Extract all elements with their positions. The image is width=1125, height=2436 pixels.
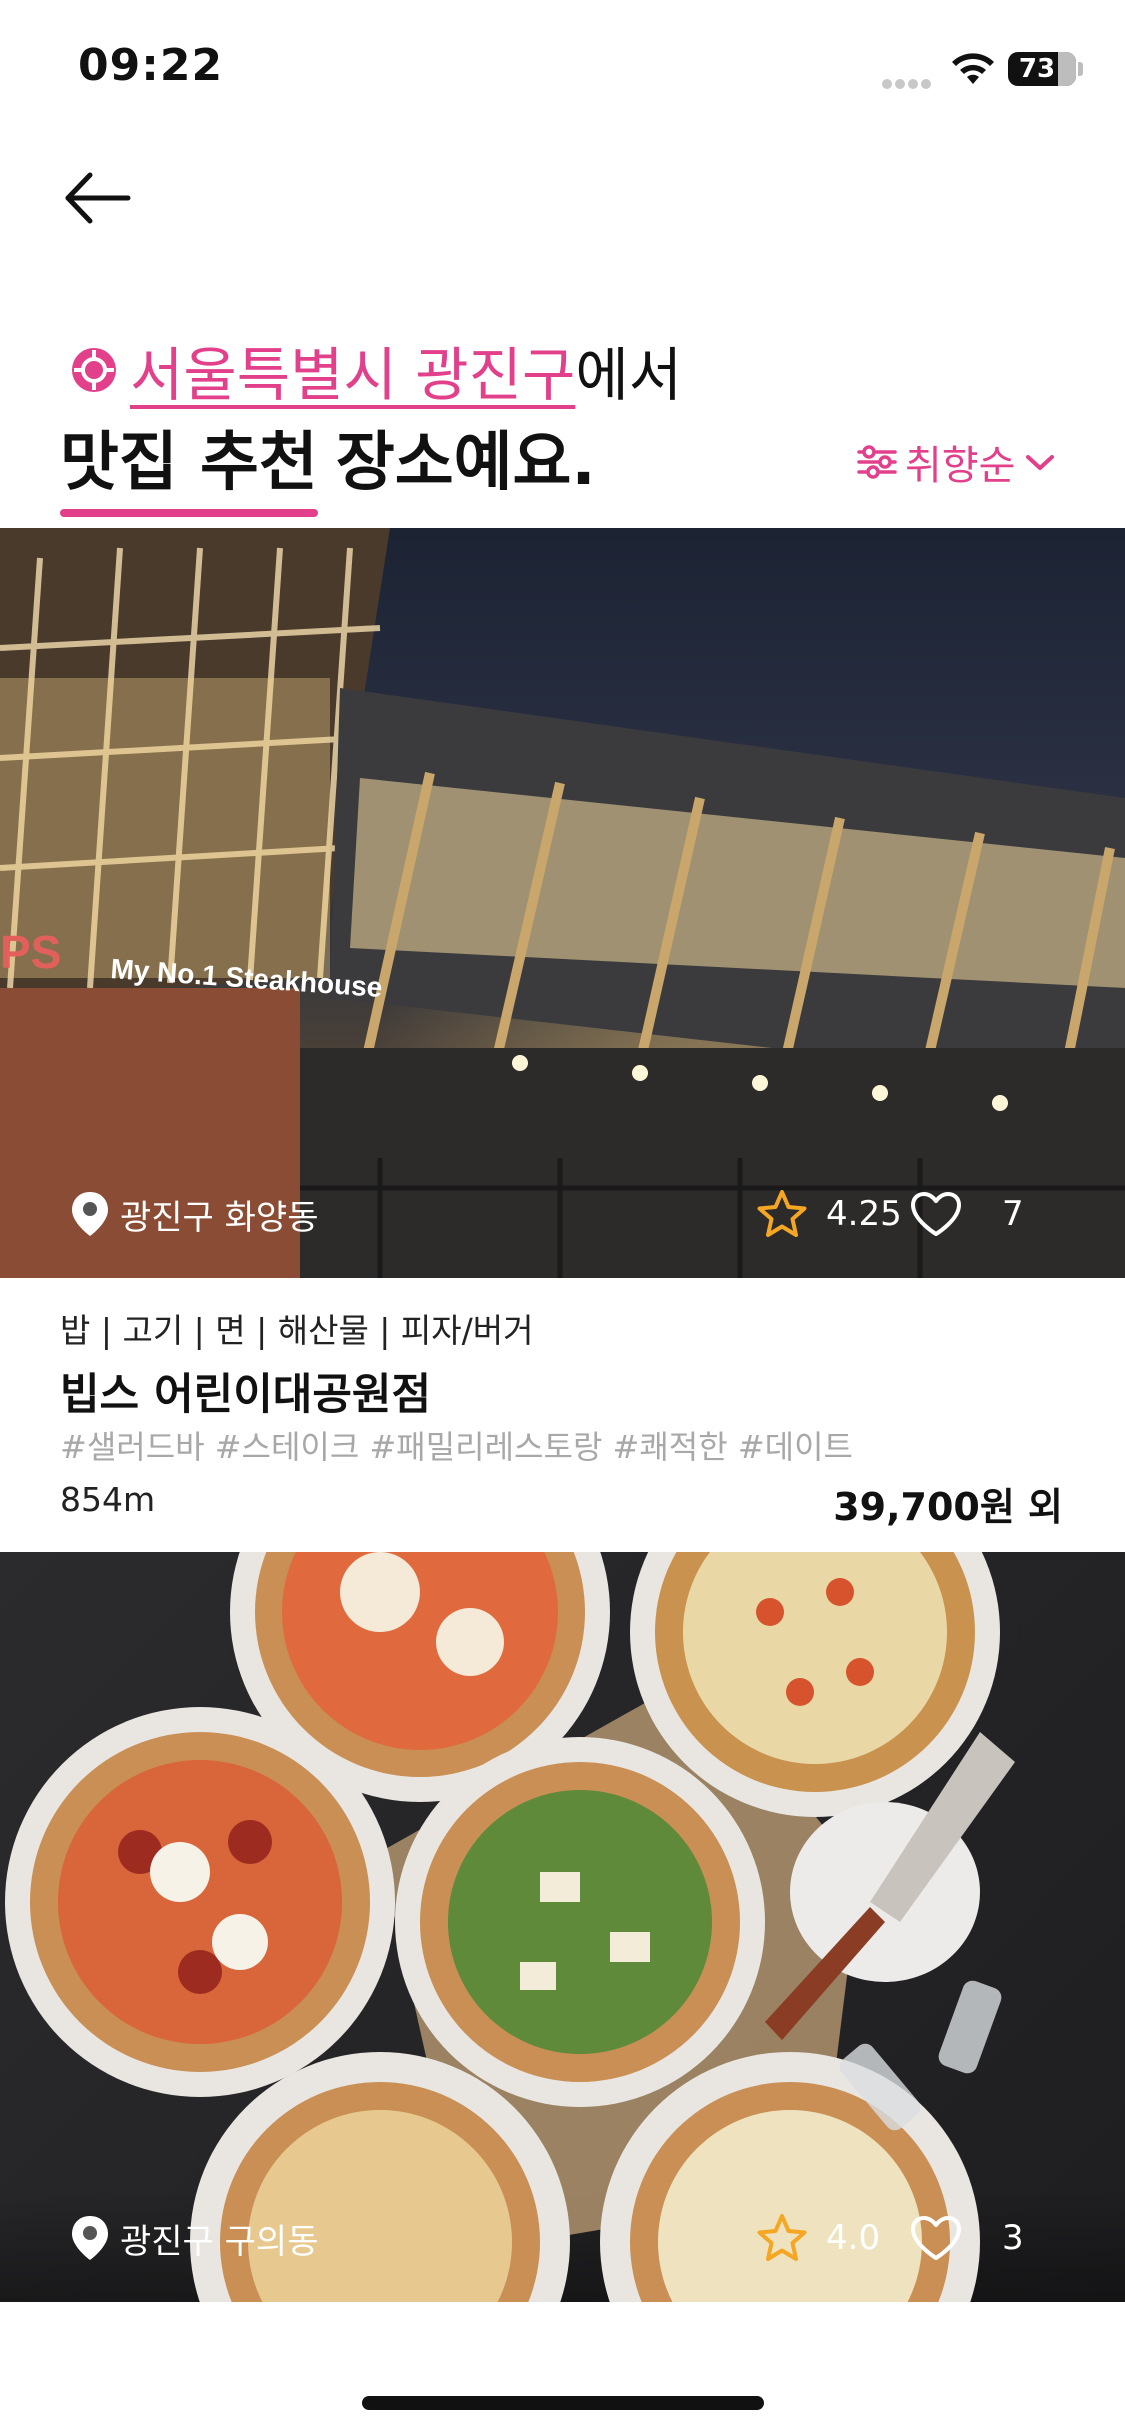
home-indicator bbox=[362, 2396, 764, 2410]
like-count: 7 bbox=[1002, 1194, 1024, 1234]
sort-label: 취향순 bbox=[905, 443, 1016, 489]
location-text: 광진구 화양동 bbox=[120, 1197, 319, 1238]
crosshair-location-icon[interactable] bbox=[68, 344, 120, 396]
status-bar: 09:22 73 bbox=[0, 0, 1125, 140]
restaurant-distance: 854m bbox=[60, 1480, 156, 1519]
rating: 4.0 bbox=[756, 2208, 880, 2268]
chevron-down-icon bbox=[1026, 455, 1055, 470]
map-pin-icon bbox=[72, 1192, 108, 1236]
battery-percent: 73 bbox=[1018, 54, 1056, 84]
rating-value: 4.0 bbox=[826, 2218, 881, 2258]
location-link[interactable]: 서울특별시 광진구 bbox=[130, 328, 575, 412]
heart-icon bbox=[911, 2216, 961, 2260]
steakhouse-building-illustration: My No.1 Steakhouse PS bbox=[0, 528, 1125, 1278]
sliders-icon bbox=[857, 445, 897, 479]
svg-text:PS: PS bbox=[0, 926, 61, 978]
restaurant-location: 광진구 화양동 bbox=[70, 1184, 319, 1244]
status-time: 09:22 bbox=[78, 40, 224, 91]
wifi-icon bbox=[952, 53, 994, 84]
like-count: 3 bbox=[1002, 2218, 1024, 2258]
location-text: 광진구 구의동 bbox=[120, 2221, 319, 2262]
photo-overlay-row: 광진구 구의동 4.0 3 bbox=[0, 2208, 1125, 2268]
pizza-table-illustration bbox=[5, 1552, 1015, 2302]
battery-icon: 73 bbox=[1008, 52, 1076, 86]
heart-icon bbox=[911, 1192, 961, 1236]
back-button[interactable] bbox=[60, 165, 140, 231]
title-rest: 장소예요. bbox=[335, 426, 596, 500]
page-title: 맛집 추천 장소예요. bbox=[60, 411, 596, 517]
photo-overlay-row: 광진구 화양동 4.25 7 bbox=[0, 1184, 1125, 1244]
like-button[interactable]: 3 bbox=[910, 2208, 1024, 2268]
arrow-left-icon bbox=[65, 172, 131, 224]
restaurant-photo-vips[interactable]: My No.1 Steakhouse PS 광진구 화양동 4.25 7 bbox=[0, 528, 1125, 1278]
restaurant-name: 빕스 어린이대공원점 bbox=[60, 1370, 432, 1420]
star-icon bbox=[757, 2214, 807, 2261]
heading-suffix: 에서 bbox=[575, 341, 683, 409]
rating-value: 4.25 bbox=[826, 1194, 902, 1234]
heading-location-line: 서울특별시 광진구 에서 bbox=[68, 330, 682, 410]
like-button[interactable]: 7 bbox=[910, 1184, 1024, 1244]
restaurant-price: 39,700원 외 bbox=[833, 1485, 1063, 1529]
restaurant-categories: 밥 | 고기 | 면 | 해산물 | 피자/버거 bbox=[60, 1311, 534, 1350]
title-highlight: 맛집 추천 bbox=[60, 411, 318, 517]
sort-button[interactable]: 취향순 bbox=[855, 432, 1063, 492]
cellular-signal-icon bbox=[882, 74, 934, 89]
restaurant-location: 광진구 구의동 bbox=[70, 2208, 319, 2268]
star-icon bbox=[757, 1190, 807, 1237]
restaurant-tags: #샐러드바 #스테이크 #패밀리레스토랑 #쾌적한 #데이트 bbox=[60, 1428, 853, 1466]
map-pin-icon bbox=[72, 2216, 108, 2260]
rating: 4.25 bbox=[756, 1184, 902, 1244]
restaurant-info-vips[interactable]: 밥 | 고기 | 면 | 해산물 | 피자/버거 빕스 어린이대공원점 #샐러드… bbox=[0, 1280, 1125, 1552]
restaurant-photo-pizza[interactable]: 광진구 구의동 4.0 3 bbox=[0, 1552, 1125, 2302]
